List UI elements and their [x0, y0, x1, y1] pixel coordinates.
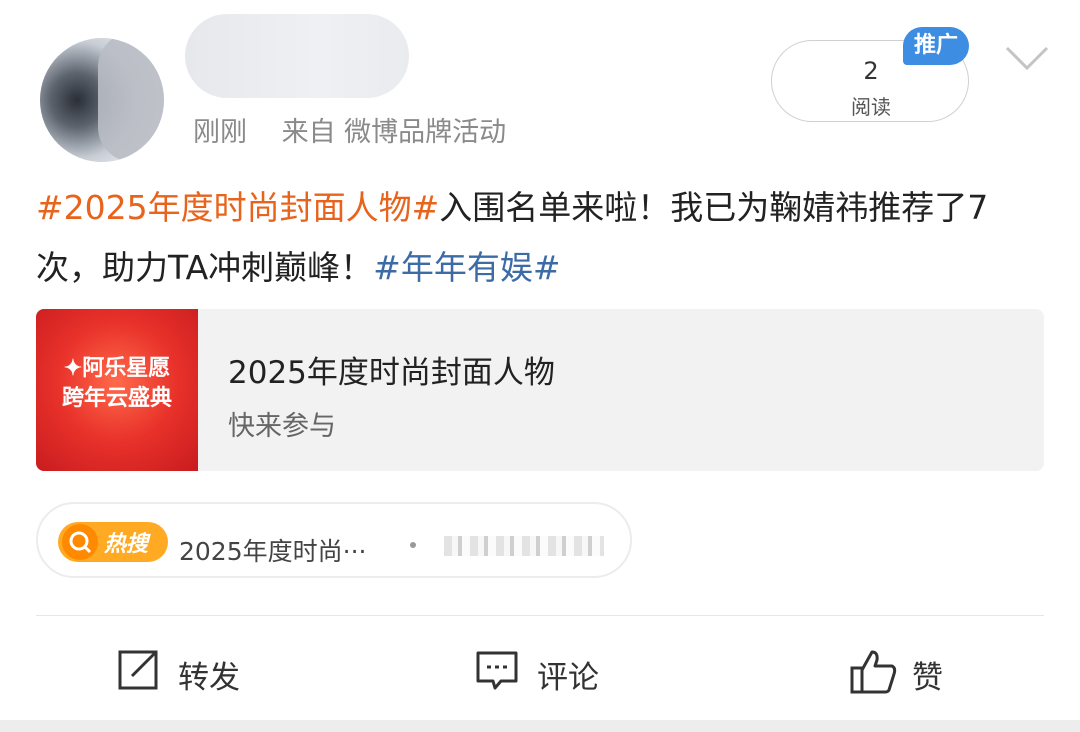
- hot-search-label: 热搜: [104, 532, 149, 557]
- weibo-post: 刚刚 来自 微博品牌活动 2 阅读 推广 #2025年度时尚封面人物#入围名单来…: [0, 0, 1080, 720]
- thumbs-up-icon: [850, 650, 897, 694]
- comment-icon: [476, 651, 518, 690]
- post-time: 刚刚: [193, 117, 247, 148]
- bottom-separator: [0, 720, 1080, 732]
- search-icon: [62, 524, 98, 560]
- card-thumbnail-line2: 跨年云盛典: [61, 385, 172, 411]
- topic-tag-fashion[interactable]: #2025年度时尚封面人物#: [36, 188, 439, 227]
- like-button[interactable]: 赞: [850, 644, 990, 700]
- avatar-blur-overlay: [98, 38, 164, 162]
- card-thumbnail: ✦阿乐星愿 跨年云盛典: [36, 309, 198, 471]
- promo-badge: 推广: [903, 27, 969, 65]
- avatar[interactable]: [40, 38, 164, 162]
- hot-search-pill[interactable]: 热搜 2025年度时尚···: [36, 502, 632, 578]
- comment-button[interactable]: 评论: [475, 644, 635, 700]
- repost-label: 转发: [178, 660, 240, 696]
- chevron-down-icon[interactable]: [1005, 42, 1049, 72]
- card-subtitle: 快来参与: [228, 411, 336, 442]
- hot-search-blurred: [444, 536, 604, 556]
- divider: [36, 615, 1044, 616]
- link-card[interactable]: ✦阿乐星愿 跨年云盛典 2025年度时尚封面人物 快来参与: [36, 309, 1044, 471]
- read-label: 阅读: [851, 95, 891, 119]
- post-meta: 刚刚 来自 微博品牌活动: [193, 110, 506, 149]
- hot-search-text: 2025年度时尚···: [179, 537, 367, 566]
- post-content: #2025年度时尚封面人物#入围名单来啦！我已为鞠婧祎推荐了7次，助力TA冲刺巅…: [36, 178, 1048, 298]
- topic-tag-year[interactable]: #年年有娱#: [373, 248, 560, 287]
- card-thumbnail-line1: ✦阿乐星愿: [63, 355, 171, 381]
- hot-search-badge: 热搜: [58, 522, 168, 562]
- card-title: 2025年度时尚封面人物: [228, 355, 555, 391]
- separator-dot: [410, 542, 416, 548]
- comment-label: 评论: [537, 660, 599, 696]
- repost-icon: [118, 650, 158, 690]
- post-source: 来自 微博品牌活动: [281, 117, 507, 148]
- username-blurred[interactable]: [185, 14, 409, 98]
- repost-button[interactable]: 转发: [116, 644, 276, 700]
- card-thumbnail-logo: ✦阿乐星愿 跨年云盛典: [36, 353, 198, 413]
- like-label: 赞: [912, 660, 943, 696]
